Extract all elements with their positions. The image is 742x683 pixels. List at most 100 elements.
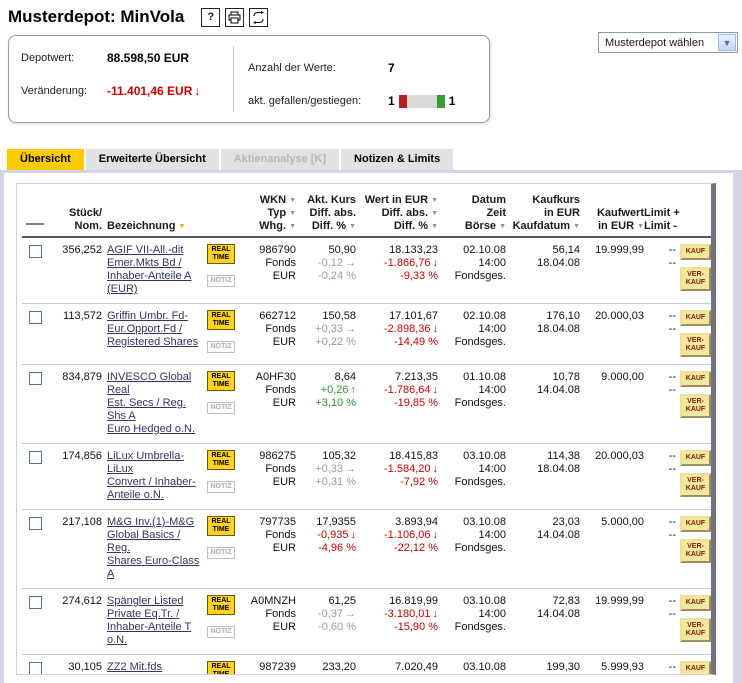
refresh-button[interactable] [249,7,269,27]
kauf-button[interactable]: KAUF [680,516,711,532]
kaufkurs-cell: 23,03 14.04.08 [537,516,580,541]
kaufwert-cell: 5.999,93 [601,661,644,673]
kauf-button[interactable]: KAUF [680,371,711,387]
verkauf-button[interactable]: VER- KAUF [680,333,711,357]
kaufkurs-cell: 10,78 14.04.08 [537,371,580,396]
tab-content-area: Stück/Nom. Bezeichnung WKN Typ Whg. Akt.… [0,170,742,683]
col-limit: Limit + Limit - [644,207,680,232]
sort-arrow-icon[interactable] [175,220,185,232]
kauf-button[interactable]: KAUF [680,661,711,674]
sort-arrow-icon[interactable] [286,194,296,206]
kurs-cell: 50,90 -0,12 -0,24 % [296,244,356,283]
datum-cell: 02.10.08 14:00 Fondsges. [454,244,506,282]
realtime-badge[interactable]: REAL TIME [207,595,235,615]
fund-name-link[interactable]: AGIF VII-All.-dit Emer.Mkts Bd / Inhaber… [107,244,191,296]
table-body: 356,252 AGIF VII-All.-dit Emer.Mkts Bd /… [22,238,711,674]
notiz-badge[interactable]: NOTIZ [207,626,235,638]
kauf-button[interactable]: KAUF [680,310,711,326]
col-stueck: Stück/Nom. [68,207,102,232]
col-kaufkurs[interactable]: Kaufkurs in EUR Kaufdatum [506,194,580,233]
trend-arrow-icon [431,608,439,620]
row-checkbox[interactable] [29,662,42,674]
realtime-badge[interactable]: REAL TIME [207,661,235,674]
wert-cell: 18.133,23 -1.866,76 -9,33 % [356,244,438,283]
sort-arrow-icon[interactable] [346,220,356,232]
realtime-badge[interactable]: REAL TIME [207,516,235,536]
kauf-button[interactable]: KAUF [680,244,711,260]
kurs-cell: 61,25 -0,37 -0,60 % [296,595,356,634]
notiz-badge[interactable]: NOTIZ [207,402,235,414]
sort-arrow-icon[interactable] [428,194,438,206]
verkauf-button[interactable]: VER- KAUF [680,394,711,418]
row-checkbox[interactable] [29,517,42,530]
row-checkbox[interactable] [29,311,42,324]
notiz-badge[interactable]: NOTIZ [207,481,235,493]
select-all-dash[interactable] [26,223,44,225]
kurs-cell: 17,9355 -0,935 -4,96 % [296,516,356,555]
tab-aktienanalyse: Aktienanalyse [K] [220,149,340,170]
col-akt-kurs[interactable]: Akt. Kurs Diff. abs. Diff. % [296,194,356,233]
row-checkbox[interactable] [29,245,42,258]
refresh-icon [253,10,265,24]
row-checkbox[interactable] [29,596,42,609]
chevron-down-icon[interactable]: ▼ [718,34,736,51]
col-bezeichnung[interactable]: Bezeichnung [102,194,204,233]
col-datum[interactable]: Datum Zeit Börse [438,194,506,233]
sort-arrow-icon[interactable] [286,207,296,219]
sort-arrow-icon[interactable] [428,220,438,232]
realtime-badge[interactable]: REAL TIME [207,310,235,330]
trend-arrow-icon [431,323,439,335]
kaufwert-cell: 20.000,03 [595,310,644,322]
values-count-label: Anzahl der Werte: [248,62,336,74]
kauf-button[interactable]: KAUF [680,595,711,611]
sort-arrow-icon[interactable] [286,220,296,232]
sort-arrow-icon[interactable] [634,220,644,232]
verkauf-button[interactable]: VER- KAUF [680,473,711,497]
fund-name-link[interactable]: INVESCO Global Real Est. Secs / Reg. Shs… [107,371,204,436]
col-wert-eur[interactable]: Wert in EUR Diff. abs. Diff. % [356,194,438,233]
print-button[interactable] [225,7,245,27]
fallen-bar [398,94,407,108]
wkn-cell: 986790 Fonds EUR [259,244,296,282]
col-wkn[interactable]: WKN Typ Whg. [242,194,296,233]
verkauf-button[interactable]: VER- KAUF [680,267,711,291]
realtime-badge[interactable]: REAL TIME [207,450,235,470]
fund-name-link[interactable]: Spängler Listed Private Eq.Tr. / Inhaber… [107,595,204,647]
trend-arrow-icon [343,608,356,620]
sort-arrow-icon[interactable] [428,207,438,219]
summary-box: Depotwert: 88.598,50 EUR Veränderung: -1… [8,35,490,123]
realtime-badge[interactable]: REAL TIME [207,244,235,264]
kurs-cell: 105,32 +0,33 +0,31 % [296,450,356,489]
row-checkbox[interactable] [29,451,42,464]
help-button[interactable]: ? [201,7,221,27]
fund-name-link[interactable]: M&G Inv.(1)-M&G Global Basics / Reg. Sha… [107,516,204,581]
notiz-badge[interactable]: NOTIZ [207,547,235,559]
wkn-cell: 987239 Fonds EUR [259,661,296,673]
summary-right: Anzahl der Werte: 7 akt. gefallen/gestie… [233,46,489,112]
realtime-badge[interactable]: REAL TIME [207,371,235,391]
notiz-badge[interactable]: NOTIZ [207,275,235,287]
values-count: 7 [388,61,395,75]
col-kaufwert[interactable]: Kaufwert in EUR [580,194,644,233]
limit-cell: -- -- [668,371,676,396]
kaufkurs-cell: 114,38 18.04.08 [537,450,580,475]
verkauf-button[interactable]: VER- KAUF [680,539,711,563]
sort-arrow-icon[interactable] [570,220,580,232]
kurs-cell: 233,20 -1,70 -0,72 % [296,661,356,674]
limit-cell: -- -- [668,595,676,620]
kaufwert-cell: 5.000,00 [601,516,644,528]
verkauf-button[interactable]: VER- KAUF [680,618,711,642]
wkn-cell: A0MNZH Fonds EUR [250,595,296,633]
tab-uebersicht[interactable]: Übersicht [7,149,84,170]
row-checkbox[interactable] [29,372,42,385]
tab-erweiterte-uebersicht[interactable]: Erweiterte Übersicht [85,149,219,170]
depot-select-dropdown[interactable]: Musterdepot wählen ▼ [598,32,738,53]
notiz-badge[interactable]: NOTIZ [207,341,235,353]
kaufkurs-cell: 176,10 18.04.08 [537,310,580,335]
kauf-button[interactable]: KAUF [680,450,711,466]
tab-notizen-limits[interactable]: Notizen & Limits [341,149,454,170]
fund-name-link[interactable]: Griffin Umbr. Fd- Eur.Opport.Fd / Regist… [107,310,198,349]
fund-name-link[interactable]: LiLux Umbrella-LiLux Convert / Inhaber- … [107,450,204,502]
sort-arrow-icon[interactable] [496,220,506,232]
fund-name-link[interactable]: ZZ2 Mit.fds i.fest.u.var.ve.WP / Inh.-An… [107,661,199,674]
